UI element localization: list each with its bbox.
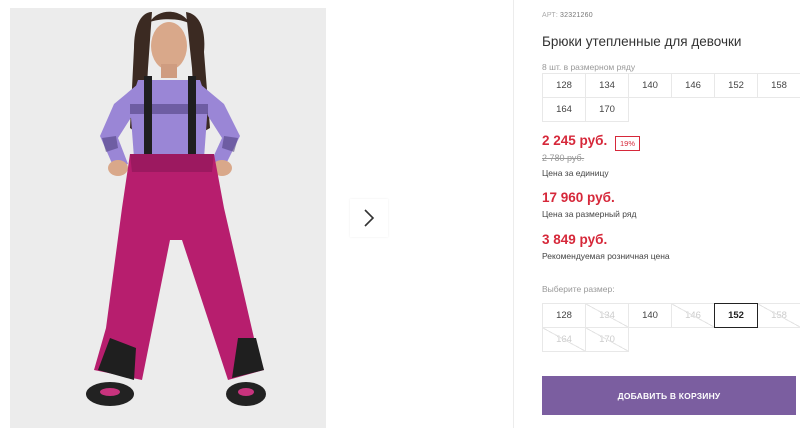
retail-price-label: Рекомендуемая розничная цена xyxy=(542,251,670,261)
unit-price: 2 245 руб. xyxy=(542,133,608,148)
size-option-158: 158 xyxy=(757,303,800,328)
size-option-146: 146 xyxy=(671,303,715,328)
choose-size-label: Выберите размер: xyxy=(542,284,615,294)
size-option-128[interactable]: 128 xyxy=(542,303,586,328)
article-number: АРТ: 32321260 xyxy=(542,12,593,19)
size-option-140[interactable]: 140 xyxy=(628,303,672,328)
article-value: 32321260 xyxy=(560,12,593,19)
pack-size-cell: 152 xyxy=(714,73,758,98)
pack-size-cell: 170 xyxy=(585,97,629,122)
discount-badge: 19% xyxy=(615,136,641,151)
pack-price: 17 960 руб. xyxy=(542,190,615,205)
product-page: АРТ: 32321260 Брюки утепленные для девочк… xyxy=(0,0,800,428)
old-price: 2 780 руб. xyxy=(542,153,585,163)
gallery-next-button[interactable] xyxy=(350,199,388,237)
product-photo xyxy=(10,8,326,428)
size-option-164: 164 xyxy=(542,327,586,352)
product-image-gallery[interactable] xyxy=(10,8,326,428)
panel-divider xyxy=(513,0,514,428)
size-option-134: 134 xyxy=(585,303,629,328)
retail-price: 3 849 руб. xyxy=(542,232,608,247)
pack-size-cell: 140 xyxy=(628,73,672,98)
pack-size-cell: 164 xyxy=(542,97,586,122)
add-to-cart-button[interactable]: ДОБАВИТЬ В КОРЗИНУ xyxy=(542,376,796,415)
pack-size-label: 8 шт. в размерном ряду xyxy=(542,62,636,72)
size-option-152[interactable]: 152 xyxy=(714,303,758,328)
size-selector: 128 134 140 146 152 158 164 170 xyxy=(542,303,800,352)
pack-size-cell: 134 xyxy=(585,73,629,98)
pack-price-label: Цена за размерный ряд xyxy=(542,209,637,219)
pack-size-cell: 158 xyxy=(757,73,800,98)
pack-size-cell: 146 xyxy=(671,73,715,98)
size-option-170: 170 xyxy=(585,327,629,352)
pack-size-grid: 128 134 140 146 152 158 164 170 xyxy=(542,73,800,122)
pack-size-cell: 128 xyxy=(542,73,586,98)
article-label: АРТ: xyxy=(542,12,559,19)
product-title: Брюки утепленные для девочки xyxy=(542,34,742,49)
chevron-right-icon xyxy=(364,209,375,227)
unit-price-label: Цена за единицу xyxy=(542,168,609,178)
